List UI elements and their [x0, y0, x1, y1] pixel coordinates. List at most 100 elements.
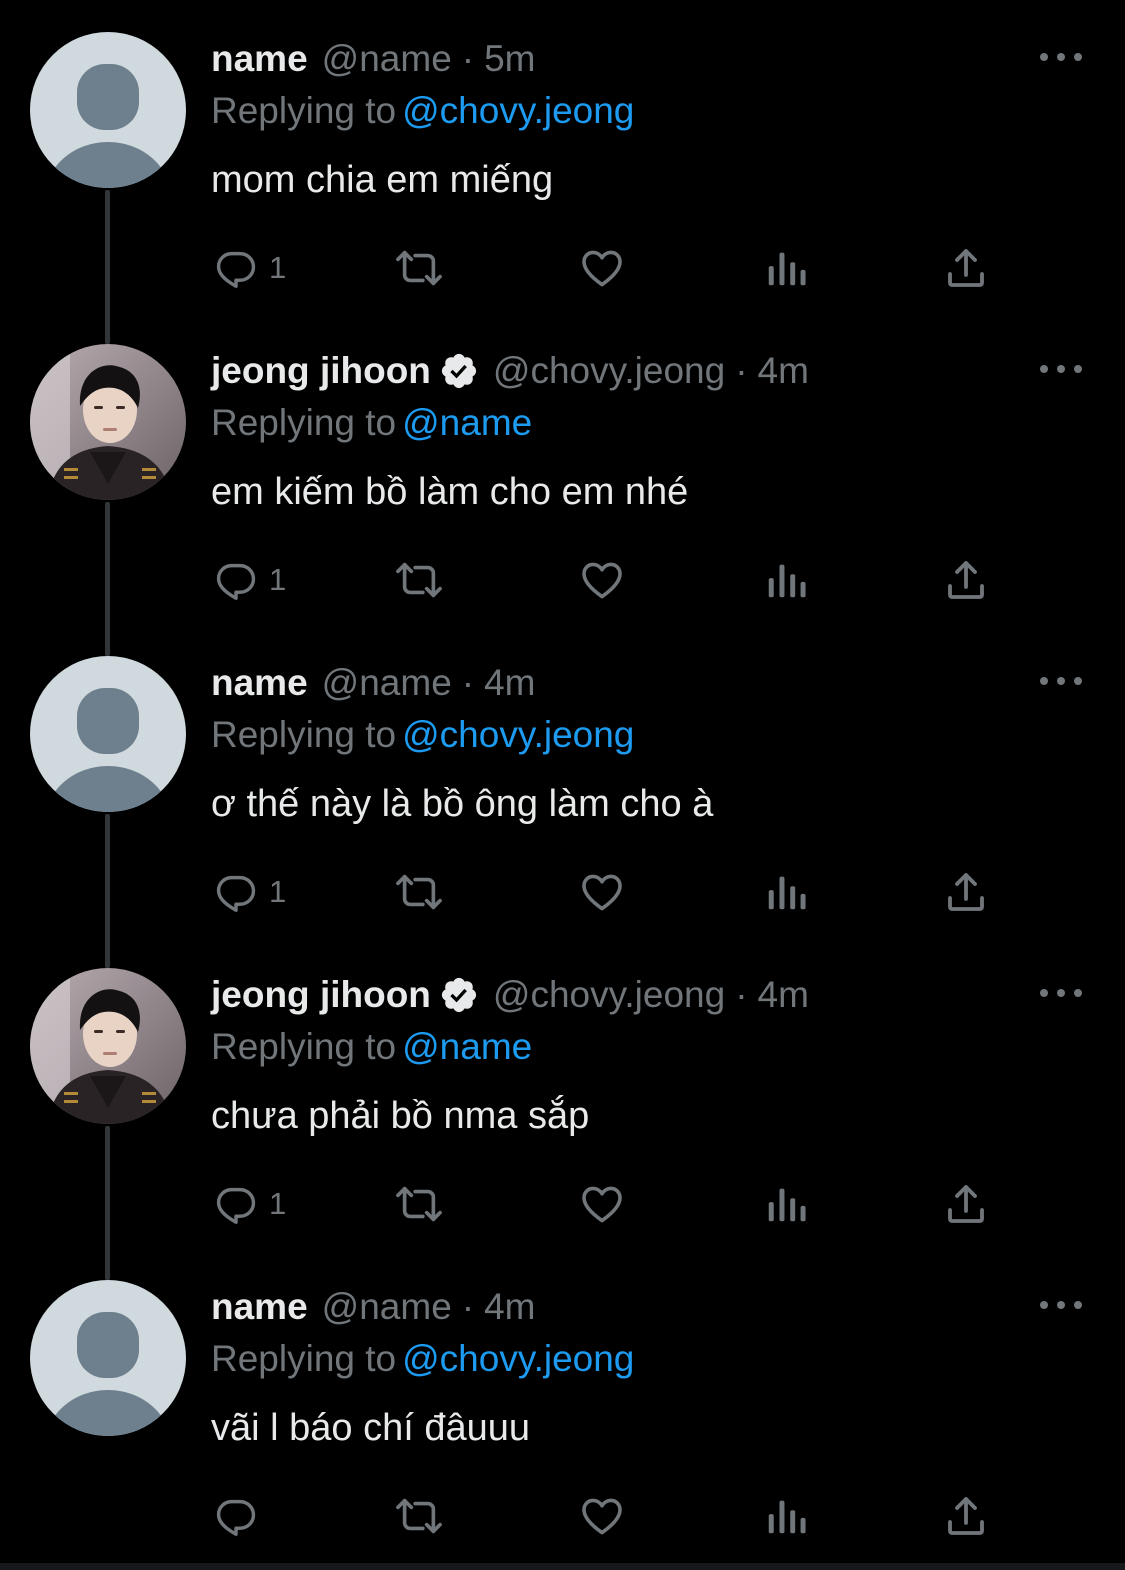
bottom-bar	[0, 1563, 1125, 1570]
avatar-default[interactable]	[30, 1280, 186, 1436]
timestamp[interactable]: 4m	[758, 348, 809, 394]
mention-link[interactable]: @chovy.jeong	[402, 1338, 634, 1379]
analytics-icon	[764, 245, 808, 291]
display-name[interactable]: name	[211, 660, 308, 706]
views-button[interactable]	[764, 240, 808, 296]
tweet[interactable]: jeong jihoon @chovy.jeong · 4m Replying …	[0, 936, 1125, 1248]
avatar-default[interactable]	[30, 656, 186, 812]
share-icon	[942, 244, 990, 292]
timestamp[interactable]: 5m	[484, 36, 535, 82]
heart-icon	[578, 556, 626, 604]
more-horizontal-icon[interactable]	[1040, 980, 1082, 1006]
reply-icon	[213, 1181, 259, 1227]
tweet-text: vãi l báo chí đâuuu	[211, 1407, 531, 1449]
separator-dot: ·	[461, 1286, 475, 1327]
reply-icon	[213, 557, 259, 603]
avatar-default[interactable]	[30, 32, 186, 188]
handle[interactable]: @chovy.jeong	[493, 348, 725, 394]
share-icon	[942, 1492, 990, 1540]
views-button[interactable]	[764, 1176, 808, 1232]
timestamp[interactable]: 4m	[758, 972, 809, 1018]
retweet-button[interactable]	[391, 1176, 447, 1232]
like-button[interactable]	[578, 552, 626, 608]
analytics-icon	[764, 557, 808, 603]
replying-prefix: Replying to	[211, 1338, 397, 1379]
tweet-text: mom chia em miếng	[211, 159, 554, 201]
reply-count: 1	[269, 562, 287, 597]
views-button[interactable]	[764, 552, 808, 608]
separator-dot: ·	[735, 974, 748, 1015]
analytics-icon	[764, 1181, 808, 1227]
reply-button[interactable]: 1	[213, 552, 286, 608]
like-button[interactable]	[578, 1488, 626, 1544]
tweet-header: jeong jihoon @chovy.jeong · 4m	[211, 972, 809, 1018]
tweet[interactable]: name @name · 5m Replying to @chovy.jeong …	[0, 0, 1125, 312]
retweet-icon	[391, 557, 447, 603]
separator-dot: ·	[735, 350, 748, 391]
avatar-profile-photo[interactable]	[30, 968, 186, 1124]
mention-link[interactable]: @name	[402, 1026, 532, 1067]
replying-to: Replying to @chovy.jeong	[211, 1336, 634, 1382]
display-name[interactable]: jeong jihoon	[211, 348, 431, 394]
timestamp[interactable]: 4m	[484, 660, 535, 706]
share-button[interactable]	[942, 240, 990, 296]
handle[interactable]: @name	[322, 1284, 452, 1330]
retweet-icon	[391, 1493, 447, 1539]
display-name[interactable]: jeong jihoon	[211, 972, 431, 1018]
mention-link[interactable]: @chovy.jeong	[402, 714, 634, 755]
retweet-button[interactable]	[391, 1488, 447, 1544]
share-button[interactable]	[942, 552, 990, 608]
reply-count: 1	[269, 874, 287, 909]
reply-count: 1	[269, 1186, 287, 1221]
tweet[interactable]: name @name · 4m Replying to @chovy.jeong …	[0, 1248, 1125, 1560]
replying-prefix: Replying to	[211, 90, 397, 131]
action-bar: 1	[0, 552, 1125, 608]
like-button[interactable]	[578, 864, 626, 920]
replying-prefix: Replying to	[211, 402, 397, 443]
handle[interactable]: @chovy.jeong	[493, 972, 725, 1018]
retweet-button[interactable]	[391, 240, 447, 296]
heart-icon	[578, 1180, 626, 1228]
tweet-text: chưa phải bồ nma sắp	[211, 1095, 590, 1137]
more-horizontal-icon[interactable]	[1040, 1292, 1082, 1318]
share-icon	[942, 1180, 990, 1228]
share-button[interactable]	[942, 1176, 990, 1232]
reply-button[interactable]: 1	[213, 864, 286, 920]
share-button[interactable]	[942, 1488, 990, 1544]
tweet-header: jeong jihoon @chovy.jeong · 4m	[211, 348, 809, 394]
views-button[interactable]	[764, 1488, 808, 1544]
analytics-icon	[764, 869, 808, 915]
handle[interactable]: @name	[322, 660, 452, 706]
display-name[interactable]: name	[211, 36, 308, 82]
handle[interactable]: @name	[322, 36, 452, 82]
reply-button[interactable]: 1	[213, 1176, 286, 1232]
replying-prefix: Replying to	[211, 714, 397, 755]
like-button[interactable]	[578, 240, 626, 296]
retweet-button[interactable]	[391, 552, 447, 608]
mention-link[interactable]: @chovy.jeong	[402, 90, 634, 131]
more-horizontal-icon[interactable]	[1040, 668, 1082, 694]
like-button[interactable]	[578, 1176, 626, 1232]
timestamp[interactable]: 4m	[484, 1284, 535, 1330]
more-horizontal-icon[interactable]	[1040, 44, 1082, 70]
retweet-button[interactable]	[391, 864, 447, 920]
tweet[interactable]: name @name · 4m Replying to @chovy.jeong …	[0, 624, 1125, 936]
share-icon	[942, 556, 990, 604]
share-button[interactable]	[942, 864, 990, 920]
reply-icon	[213, 1493, 259, 1539]
more-horizontal-icon[interactable]	[1040, 356, 1082, 382]
reply-count: 1	[269, 250, 287, 285]
action-bar: 1	[0, 240, 1125, 296]
replying-prefix: Replying to	[211, 1026, 397, 1067]
display-name[interactable]: name	[211, 1284, 308, 1330]
avatar-profile-photo[interactable]	[30, 344, 186, 500]
reply-button[interactable]	[213, 1488, 259, 1544]
analytics-icon	[764, 1493, 808, 1539]
views-button[interactable]	[764, 864, 808, 920]
reply-icon	[213, 869, 259, 915]
tweet[interactable]: jeong jihoon @chovy.jeong · 4m Replying …	[0, 312, 1125, 624]
mention-link[interactable]: @name	[402, 402, 532, 443]
retweet-icon	[391, 245, 447, 291]
action-bar: 1	[0, 864, 1125, 920]
reply-button[interactable]: 1	[213, 240, 286, 296]
